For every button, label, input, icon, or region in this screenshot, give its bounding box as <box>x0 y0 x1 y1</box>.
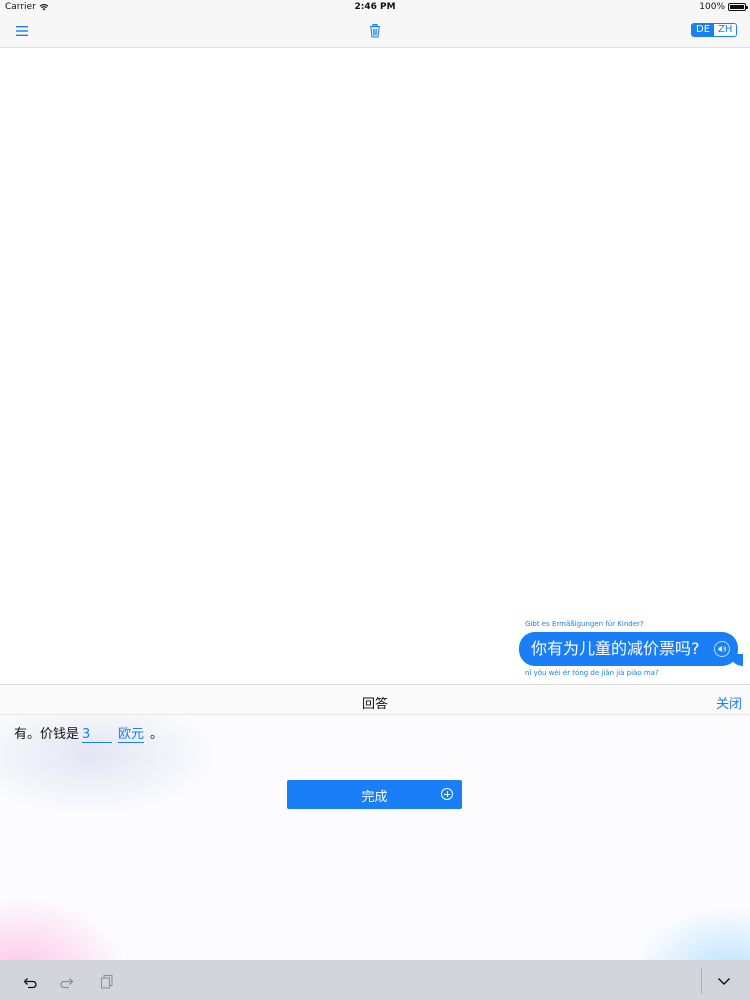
status-bar: Carrier 2:46 PM 100% <box>0 0 750 16</box>
hamburger-menu-icon <box>16 26 28 36</box>
plus-circle-icon <box>441 788 453 800</box>
battery-icon <box>728 3 748 11</box>
battery-fill <box>730 5 744 9</box>
close-button[interactable]: 关闭 <box>716 693 742 712</box>
keyboard-shortcut-bar <box>0 960 750 1000</box>
done-button[interactable]: 完成 <box>287 780 462 809</box>
redo-icon <box>60 978 74 989</box>
chevron-down-icon <box>718 978 730 985</box>
speaker-icon <box>718 645 727 653</box>
dismiss-keyboard-button[interactable] <box>715 972 733 990</box>
answer-panel-header: 回答 关闭 <box>0 684 750 715</box>
chat-area[interactable]: Gibt es Ermäßigungen für Kinder? 你有为儿童的减… <box>0 48 750 684</box>
blank-unit-field[interactable]: 欧元 <box>118 723 144 743</box>
undo-button[interactable] <box>20 972 38 990</box>
trash-icon <box>370 24 380 38</box>
lang-de-tab[interactable]: DE <box>692 24 715 36</box>
redo-button[interactable] <box>59 972 77 990</box>
sentence-suffix: 。 <box>150 727 164 742</box>
battery-percent: 100% <box>699 2 725 12</box>
undo-icon <box>23 978 37 989</box>
message-translation: Gibt es Ermäßigungen für Kinder? <box>525 620 644 628</box>
status-time: 2:46 PM <box>354 2 396 12</box>
done-button-label: 完成 <box>361 790 388 805</box>
answer-title: 回答 <box>361 697 388 712</box>
blank-number-field[interactable]: 3 <box>82 727 113 743</box>
trash-button[interactable] <box>366 22 384 40</box>
menu-button[interactable] <box>12 22 32 40</box>
clipboard-icon <box>100 974 113 989</box>
message-bubble[interactable]: 你有为儿童的减价票吗? <box>519 632 743 666</box>
language-toggle: DE ZH <box>691 23 738 37</box>
status-right: 100% <box>699 2 748 12</box>
top-toolbar: DE ZH <box>0 16 750 48</box>
sentence-prefix: 有。价钱是 <box>14 727 80 742</box>
chat-message: Gibt es Ermäßigungen für Kinder? 你有为儿童的减… <box>513 620 743 679</box>
answer-sentence: 有。价钱是 3 欧元 。 <box>14 723 163 743</box>
speaker-button[interactable] <box>714 641 730 657</box>
paste-button[interactable] <box>98 972 116 990</box>
message-pinyin: nǐ yǒu wèi ér tóng de jiǎn jià piào ma? <box>525 669 659 677</box>
message-text: 你有为儿童的减价票吗? <box>531 639 700 658</box>
answer-panel-body: 有。价钱是 3 欧元 。 完成 <box>0 715 750 960</box>
shortcut-divider <box>701 968 702 994</box>
lang-zh-tab[interactable]: ZH <box>714 24 737 36</box>
